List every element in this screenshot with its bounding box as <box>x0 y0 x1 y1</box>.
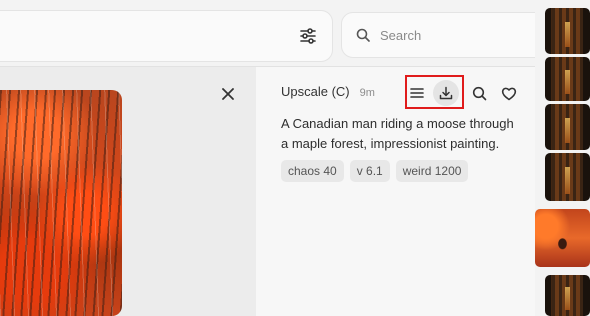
close-icon <box>222 88 234 100</box>
sliders-icon <box>300 28 316 44</box>
thumbnail-strip <box>535 0 590 316</box>
thumbnail-3[interactable] <box>545 104 590 150</box>
top-toolbar <box>0 10 333 62</box>
param-weird[interactable]: weird 1200 <box>395 160 469 182</box>
prompt-text: A Canadian man riding a moose through a … <box>281 116 514 151</box>
search-icon <box>356 28 370 42</box>
job-age: 9m <box>359 87 375 99</box>
thumbnail-4[interactable] <box>545 153 590 201</box>
generated-image[interactable] <box>0 90 122 316</box>
param-chaos[interactable]: chaos 40 <box>281 160 344 182</box>
heart-icon <box>501 87 517 100</box>
like-button[interactable] <box>498 82 520 104</box>
close-button[interactable] <box>219 85 237 103</box>
details-panel <box>256 67 535 316</box>
search-bar[interactable] <box>341 12 563 58</box>
parameter-chips: chaos 40 v 6.1 weird 1200 <box>281 160 469 182</box>
job-title-row: Upscale (C) 9m <box>281 84 375 99</box>
param-version[interactable]: v 6.1 <box>349 160 390 182</box>
thumbnail-2[interactable] <box>545 57 590 101</box>
download-highlight-box <box>405 75 464 109</box>
thumbnail-1[interactable] <box>545 8 590 54</box>
job-title: Upscale (C) <box>281 84 350 99</box>
thumbnail-6[interactable] <box>545 275 590 316</box>
filter-settings-button[interactable] <box>295 23 321 49</box>
search-similar-button[interactable] <box>468 82 490 104</box>
search-input[interactable] <box>378 26 552 44</box>
search-icon <box>472 86 486 100</box>
thumbnail-selected[interactable] <box>535 209 590 267</box>
